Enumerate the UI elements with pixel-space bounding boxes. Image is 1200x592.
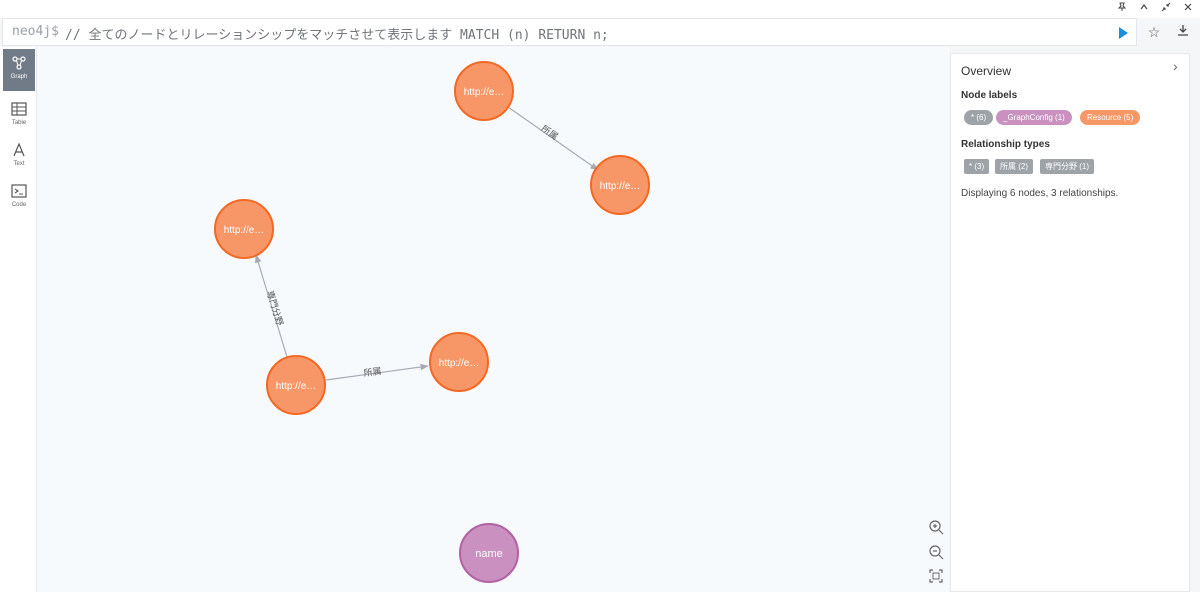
text-icon [13,142,25,157]
relationship[interactable]: 所属 [507,106,599,171]
relationship[interactable]: 所属 [325,363,429,381]
node-caption: http://e… [600,181,641,192]
node-caption: http://e… [439,358,480,369]
sidebar-item-table[interactable]: Table [3,95,35,137]
sidebar-item-label: Graph [10,74,28,80]
overview-summary: Displaying 6 nodes, 3 relationships. [961,188,1119,199]
zoom-controls [926,515,946,587]
graph-node[interactable]: http://e… [266,355,326,415]
graph-node[interactable]: http://e… [429,332,489,392]
table-icon [11,102,27,116]
relationship-type-affiliation[interactable]: 所属 (2) [995,159,1033,174]
top-bar [0,0,1200,18]
editor-prompt: neo4j$ [12,24,59,39]
chevron-up-icon[interactable] [1136,2,1152,16]
sidebar-item-label: Code [11,202,27,208]
graph-svg[interactable]: 所属 専門分野 所属 http://e… http://e… http://e…… [37,47,949,592]
graph-node[interactable]: http://e… [454,61,514,121]
close-icon[interactable] [1180,2,1196,16]
relationship-label: 所属 [539,123,560,142]
overview-title: Overview [961,64,1012,78]
node-labels-heading: Node labels [961,90,1018,101]
node-label-resource[interactable]: Resource (5) [1080,110,1141,125]
node-label-all[interactable]: * (6) [964,110,994,125]
collapse-icon[interactable] [1158,2,1174,16]
download-icon[interactable] [1174,23,1192,41]
relationship-types-heading: Relationship types [961,139,1050,150]
sidebar-item-text[interactable]: Text [3,136,35,178]
query-editor[interactable]: neo4j$ // 全てのノードとリレーションシップをマッチさせて表示します M… [2,18,1137,46]
zoom-in-icon[interactable] [926,517,946,537]
node-caption: http://e… [224,225,265,236]
fit-icon[interactable] [926,566,946,586]
result-view-sidebar: Graph Table Text Code [0,47,37,592]
relationship-type-specialty[interactable]: 専門分野 (1) [1040,159,1094,174]
star-icon[interactable]: ☆ [1145,23,1163,41]
sidebar-item-code[interactable]: Code [3,177,35,219]
node-label-graphconfig[interactable]: _GraphConfig (1) [996,110,1072,125]
query-text[interactable]: // 全てのノードとリレーションシップをマッチさせて表示します MATCH (n… [65,24,609,43]
relationship-label: 所属 [363,366,382,379]
graph-node[interactable]: name [459,523,519,583]
pin-icon[interactable] [1114,2,1130,16]
node-caption: name [475,548,503,560]
sidebar-item-graph[interactable]: Graph [3,49,35,91]
node-caption: http://e… [464,87,505,98]
sidebar-item-label: Table [11,120,27,126]
graph-icon [12,56,26,70]
relationship-label: 専門分野 [264,289,286,327]
code-icon [11,184,27,198]
chevron-right-icon[interactable]: › [1173,58,1178,74]
overview-panel: Overview › Node labels * (6) _GraphConfi… [950,53,1190,592]
graph-node[interactable]: http://e… [214,199,274,259]
graph-node[interactable]: http://e… [590,155,650,215]
play-icon[interactable] [1115,25,1131,41]
relationship-type-all[interactable]: * (3) [964,159,990,174]
node-caption: http://e… [276,381,317,392]
graph-canvas[interactable]: 所属 専門分野 所属 http://e… http://e… http://e…… [37,47,949,592]
relationship[interactable]: 専門分野 [254,254,288,358]
zoom-out-icon[interactable] [926,542,946,562]
sidebar-item-label: Text [13,161,25,167]
